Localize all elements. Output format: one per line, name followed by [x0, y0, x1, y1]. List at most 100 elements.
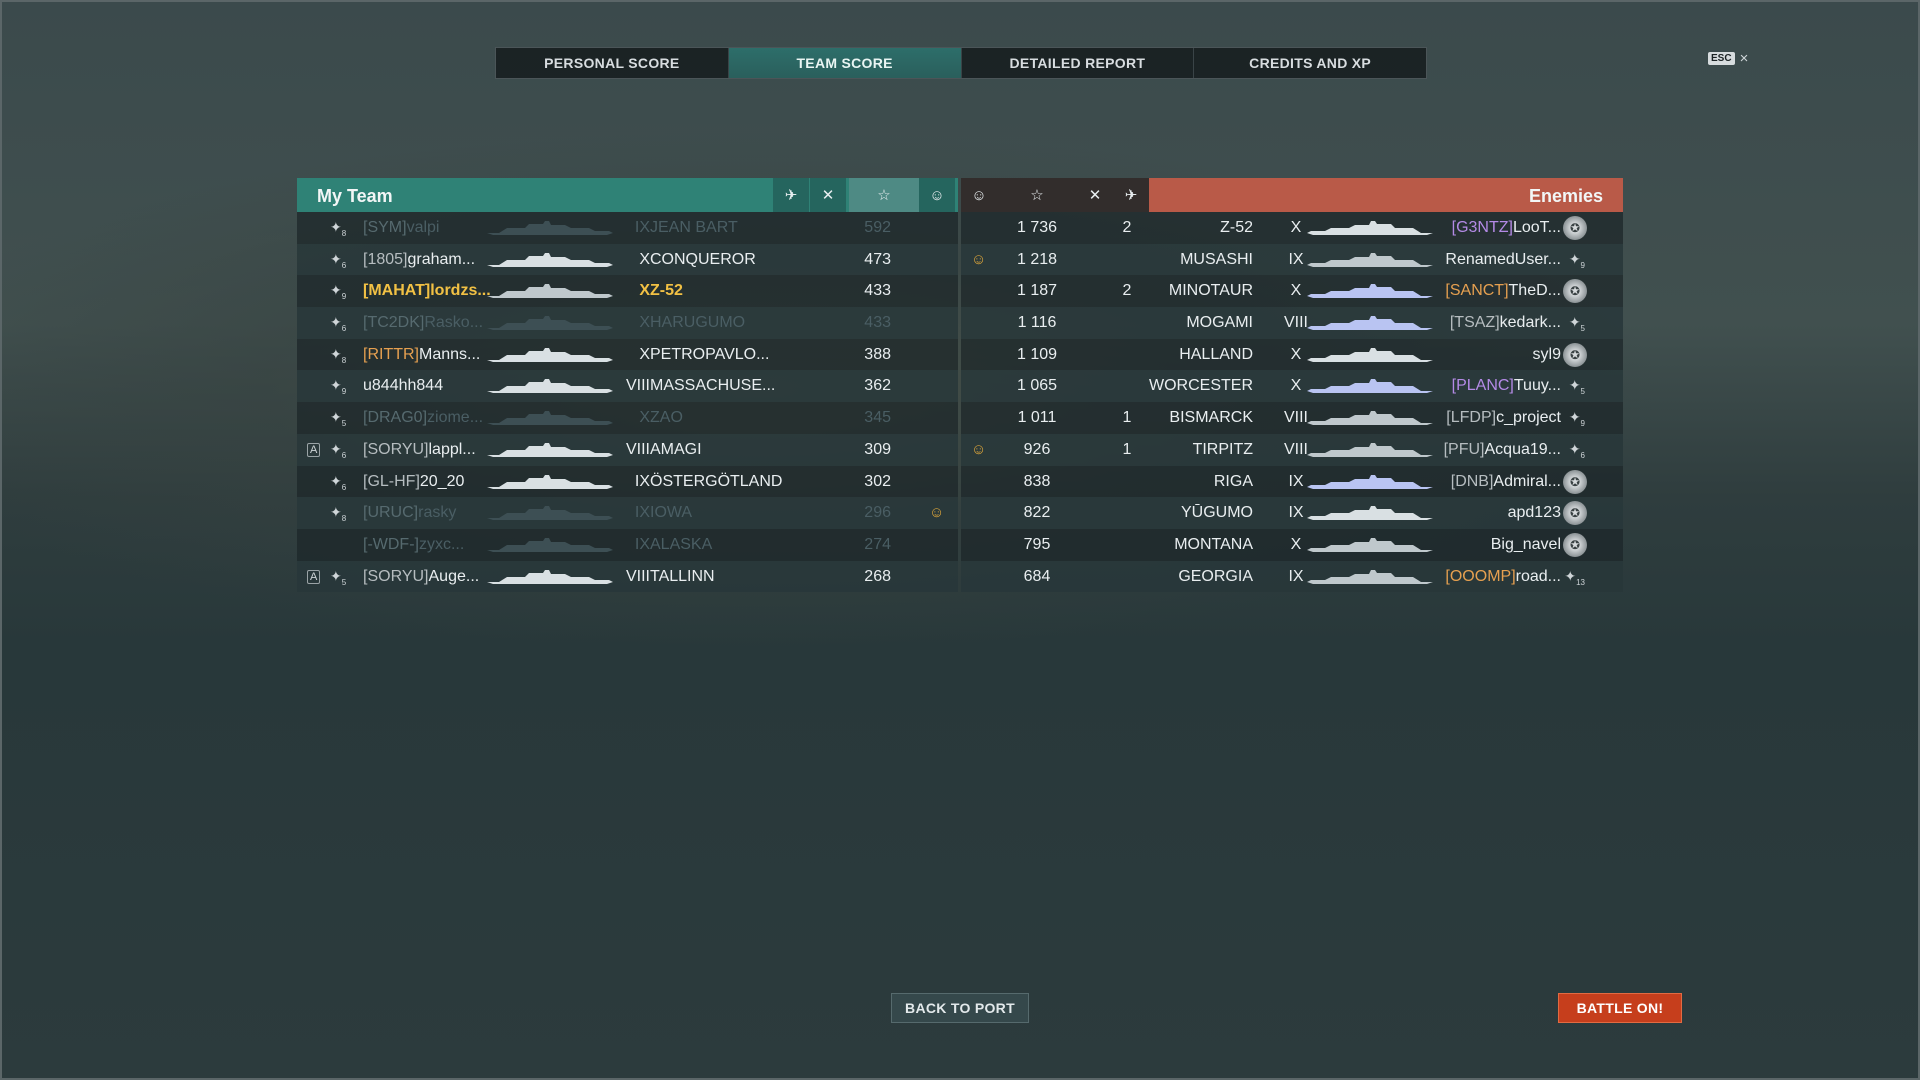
enemies-list: 1 736 2 Z-52 X [G3NTZ]LooT... ✪ ☺ 1 218 MUSASHI I…	[961, 212, 1623, 593]
table-row[interactable]: A ✦6 [SORYU]lappl... VIII AMAGI 309	[297, 433, 958, 466]
table-row[interactable]: 1 116 MOGAMI VIII [TSAZ]kedark... ✦5	[961, 307, 1623, 339]
rank-number: 9	[1580, 260, 1585, 270]
battle-on-button[interactable]: BATTLE ON!	[1558, 993, 1682, 1023]
division-icon: A	[307, 442, 321, 457]
table-row[interactable]: ✦9 [MAHAT]lordzs... X Z-52 433	[297, 275, 958, 307]
xp-value: 838	[1023, 472, 1051, 490]
ship-silhouette-icon	[1305, 252, 1435, 267]
ship-silhouette-icon	[485, 411, 615, 426]
ship-silhouette-icon	[1305, 569, 1435, 584]
ship-silhouette-icon	[485, 474, 615, 489]
rank-number: 8	[341, 228, 347, 238]
tab-credits-and-xp[interactable]: CREDITS AND XP	[1194, 48, 1426, 78]
clan-tag: [MAHAT]	[363, 282, 431, 300]
rank-icon: ✦8	[330, 219, 347, 238]
table-row[interactable]: 1 011 1 BISMARCK VIII [LFDP]c_project ✦9	[961, 402, 1623, 434]
xp-value: 1 187	[1016, 282, 1058, 300]
table-row[interactable]: ✦9 u844hh844 VIII MASSACHUSE... 362	[297, 370, 958, 403]
table-row[interactable]: ✦8 [RITTR]Manns... X PETROPAVLO... 388	[297, 339, 958, 371]
achievement-icon[interactable]: ☺	[919, 178, 955, 212]
table-row[interactable]: ✦5 [DRAG0]ziome... X ZAO 345	[297, 402, 958, 434]
ship-silhouette-icon	[1305, 506, 1435, 521]
table-row[interactable]: 822 YŪGUMO IX apd123 ✪	[961, 497, 1623, 529]
enemies-title: Enemies	[1528, 186, 1603, 206]
achievement-icon[interactable]: ☺	[961, 178, 997, 212]
xp-value: 274	[864, 535, 891, 553]
player-name: [1805]graham...	[363, 251, 475, 269]
player-name: u844hh844	[363, 377, 443, 395]
rank-icon: ✦13	[1564, 567, 1585, 587]
ship-silhouette-icon	[1305, 379, 1435, 394]
xp-value: 1 736	[1016, 219, 1058, 236]
table-row[interactable]: 795 MONTANA X Big_navel ✪	[961, 529, 1623, 561]
clan-tag: [SORYU]	[363, 440, 429, 458]
ship-silhouette-icon	[485, 316, 615, 331]
tab-personal-score[interactable]: PERSONAL SCORE	[496, 48, 729, 78]
ship-name: Z-52	[1220, 219, 1253, 236]
player-name: [-WDF-]zyxc...	[363, 536, 464, 554]
xp-value: 822	[1023, 504, 1051, 522]
table-row[interactable]: 1 736 2 Z-52 X [G3NTZ]LooT... ✪	[961, 212, 1623, 244]
table-row[interactable]: 838 RIGA IX [DNB]Admiral... ✪	[961, 466, 1623, 498]
rank-icon: ✦6	[330, 314, 347, 333]
table-row[interactable]: ☺ 1 218 MUSASHI IX RenamedUser... ✦9	[961, 243, 1623, 276]
kills-icon[interactable]: ✕	[810, 178, 846, 212]
ship-name: BISMARCK	[1169, 409, 1253, 427]
player-nickname: Tuuy...	[1513, 377, 1561, 395]
rank-number: 13	[1576, 577, 1585, 587]
table-row[interactable]: 1 187 2 MINOTAUR X [SANCT]TheD... ✪	[961, 275, 1623, 307]
table-row[interactable]: A ✦5 [SORYU]Auge... VIII TALLINN 268	[297, 560, 958, 593]
ship-silhouette-icon	[1305, 284, 1435, 299]
ship-name: TIRPITZ	[1192, 440, 1253, 458]
xp-star-icon[interactable]: ☆	[997, 178, 1077, 212]
esc-close-button[interactable]: ESC ×	[1708, 50, 1748, 67]
tab-team-score[interactable]: TEAM SCORE	[728, 48, 962, 78]
table-row[interactable]: ✦6 [1805]graham... X CONQUEROR 473	[297, 243, 958, 276]
ship-name: MINOTAUR	[1168, 282, 1253, 300]
back-to-port-button[interactable]: BACK TO PORT	[891, 993, 1029, 1023]
table-row[interactable]: 1 065 WORCESTER X [PLANC]Tuuy... ✦5	[961, 370, 1623, 403]
table-row[interactable]: ✦8 [URUC]rasky IX IOWA 296 ☺	[297, 497, 958, 529]
plane-kills-icon[interactable]: ✈	[1113, 178, 1149, 212]
table-row[interactable]: ✦8 [SYM]valpi IX JEAN BART 592	[297, 212, 958, 244]
ship-silhouette-icon	[485, 506, 615, 521]
ship-tier: IX	[634, 535, 650, 553]
table-row[interactable]: 1 109 HALLAND Xsyl9 ✪	[961, 339, 1623, 371]
table-row[interactable]: ✦6 [GL-HF]20_20 IX ÖSTERGÖTLAND 302	[297, 466, 958, 498]
clan-tag: [URUC]	[363, 504, 419, 522]
table-row[interactable]: ✦6 [TC2DK]Rasko... X HARUGUMO 433	[297, 307, 958, 339]
rank-emblem-icon: ✪	[1563, 532, 1587, 557]
xp-value: 473	[864, 250, 891, 268]
player-name: [PFU]Acqua19...	[1444, 441, 1561, 459]
kills-value: 2	[1122, 282, 1132, 300]
clan-tag: [RITTR]	[363, 345, 419, 363]
player-nickname: Admiral...	[1493, 472, 1561, 490]
table-row[interactable]: [-WDF-]zyxc... IX ALASKA 274	[297, 529, 958, 561]
tab-detailed-report[interactable]: DETAILED REPORT	[962, 48, 1195, 78]
ship-name: JEAN BART	[650, 219, 738, 236]
player-name: [RITTR]Manns...	[363, 346, 480, 364]
ship-silhouette-icon	[485, 569, 615, 584]
ship-name: ZAO	[650, 409, 683, 427]
player-nickname: lappl...	[428, 440, 476, 458]
player-name: [TSAZ]kedark...	[1450, 314, 1561, 332]
player-nickname: ziome...	[427, 409, 484, 427]
kills-value: 1	[1122, 440, 1132, 458]
achievement-icon: ☺	[971, 250, 987, 268]
ship-name: MOGAMI	[1186, 314, 1253, 332]
xp-value: 388	[864, 345, 891, 363]
table-row[interactable]: 684 GEORGIA IX [OOOMP]road... ✦13	[961, 560, 1623, 593]
plane-kills-icon[interactable]: ✈	[773, 178, 809, 212]
rank-number: 6	[341, 482, 347, 492]
rank-emblem-icon: ✪	[1563, 469, 1587, 494]
kills-icon[interactable]: ✕	[1077, 178, 1113, 212]
player-name: [DRAG0]ziome...	[363, 409, 483, 427]
xp-star-icon[interactable]: ☆	[849, 178, 919, 212]
player-nickname: u844hh844	[363, 377, 444, 395]
rank-emblem-icon: ✪	[1563, 279, 1587, 304]
table-row[interactable]: ☺ 926 1 TIRPITZ VIII [PFU]Acqua19... ✦6	[961, 433, 1623, 466]
ship-name: MASSACHUSE...	[650, 377, 776, 395]
ship-silhouette-icon	[1305, 221, 1435, 235]
ship-silhouette-icon	[1305, 474, 1435, 489]
ship-tier: VIII	[625, 440, 650, 458]
